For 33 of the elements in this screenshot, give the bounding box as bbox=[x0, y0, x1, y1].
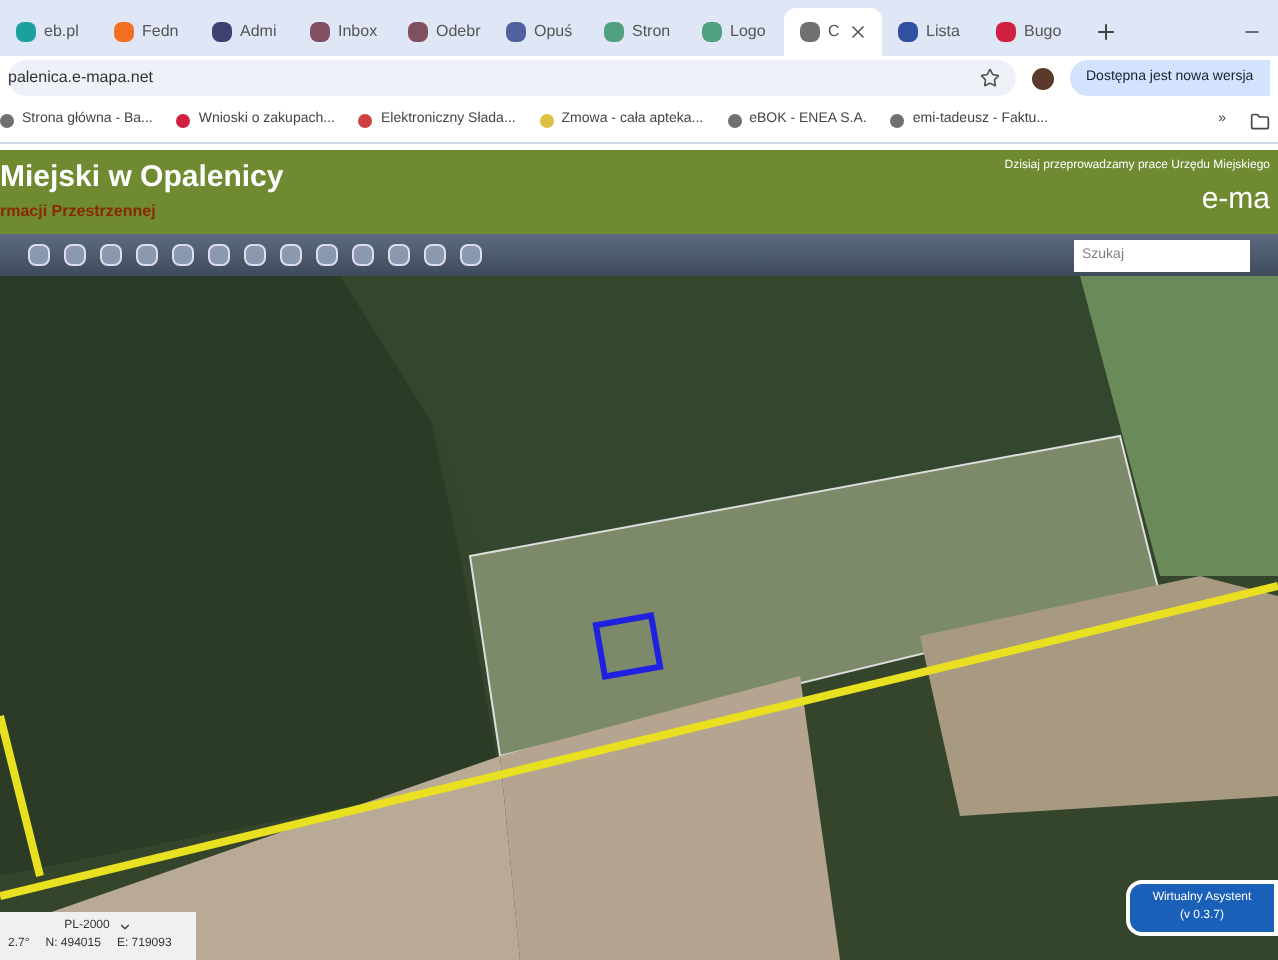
tab-title: Inbox bbox=[338, 20, 378, 44]
close-icon[interactable] bbox=[847, 22, 868, 42]
dropdown-caret-icon[interactable] bbox=[117, 920, 132, 934]
header-subtitle: rmacji Przestrzennej bbox=[0, 199, 158, 223]
brand-text: e-ma bbox=[1201, 184, 1270, 214]
browser-tab[interactable]: Opuś bbox=[490, 8, 588, 56]
browser-tab[interactable]: Admi bbox=[196, 8, 294, 56]
tab-title: Lista bbox=[926, 20, 960, 44]
tab-title: Stron bbox=[632, 20, 671, 44]
tab-title: Logo bbox=[730, 20, 766, 44]
tab-title: Admi bbox=[240, 20, 277, 44]
browser-tab[interactable]: Odebr bbox=[392, 8, 490, 56]
address-field[interactable]: palenica.e-mapa.net bbox=[8, 60, 1016, 96]
header-title: Miejski w Opalenicy bbox=[0, 161, 284, 191]
tab-title: Opuś bbox=[534, 20, 573, 44]
tab-title: C bbox=[828, 20, 840, 44]
tab-title: Fedn bbox=[142, 20, 179, 44]
browser-tab[interactable]: eb.pl bbox=[0, 8, 98, 56]
browser-tab[interactable]: Fedn bbox=[98, 8, 196, 56]
new-tab-icon[interactable] bbox=[1094, 20, 1118, 44]
browser-tab[interactable]: Bugo bbox=[980, 8, 1078, 56]
browser-tab[interactable]: Logo bbox=[686, 8, 784, 56]
tab-title: eb.pl bbox=[44, 20, 79, 44]
tab-title: Bugo bbox=[1024, 20, 1062, 44]
browser-tab[interactable]: Inbox bbox=[294, 8, 392, 56]
url-text: palenica.e-mapa.net bbox=[8, 66, 153, 90]
profile-avatar[interactable] bbox=[1032, 67, 1054, 89]
browser-tab[interactable]: Lista bbox=[882, 8, 980, 56]
bookmark-star-icon[interactable] bbox=[980, 68, 1000, 88]
tab-title: Odebr bbox=[436, 20, 481, 44]
browser-tab[interactable]: Stron bbox=[588, 8, 686, 56]
browser-tab[interactable]: C bbox=[784, 8, 882, 56]
folder-icon[interactable] bbox=[1250, 111, 1270, 131]
